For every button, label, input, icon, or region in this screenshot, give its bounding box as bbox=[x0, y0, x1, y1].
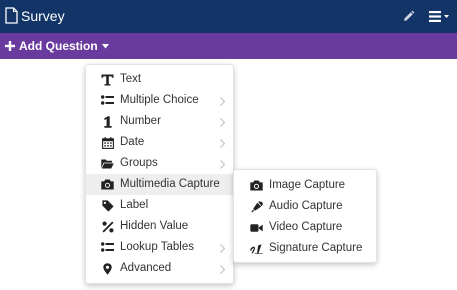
pencil-icon[interactable] bbox=[402, 10, 415, 23]
app-title: Survey bbox=[21, 8, 65, 24]
text-t-icon bbox=[101, 73, 114, 86]
submenu-item-audio-capture[interactable]: Audio Capture bbox=[234, 196, 376, 217]
caret-down-icon bbox=[101, 43, 109, 48]
video-camera-icon bbox=[250, 221, 263, 234]
menu-item-date[interactable]: Date bbox=[86, 132, 233, 153]
menu-item-lookup-tables[interactable]: Lookup Tables bbox=[86, 237, 233, 258]
add-question-label: Add Question bbox=[19, 39, 98, 53]
chevron-right-icon bbox=[220, 244, 225, 253]
plus-icon bbox=[5, 41, 15, 51]
list-icon bbox=[101, 94, 114, 107]
number-one-icon bbox=[101, 115, 114, 128]
menu-item-text[interactable]: Text bbox=[86, 69, 233, 90]
chevron-right-icon bbox=[220, 265, 225, 274]
add-question-button[interactable]: Add Question bbox=[5, 37, 109, 55]
multimedia-capture-submenu: Image Capture Audio Capture Video Captur… bbox=[233, 169, 377, 263]
tag-icon bbox=[101, 199, 114, 212]
menu-item-hidden-value[interactable]: Hidden Value bbox=[86, 216, 233, 237]
chevron-right-icon bbox=[220, 118, 225, 127]
caret-down-icon bbox=[444, 15, 449, 18]
top-bar: Survey bbox=[0, 0, 457, 33]
chevron-right-icon bbox=[220, 160, 225, 169]
list-icon bbox=[101, 241, 114, 254]
menu-item-multiple-choice[interactable]: Multiple Choice bbox=[86, 90, 233, 111]
submenu-item-signature-capture[interactable]: Signature Capture bbox=[234, 238, 376, 259]
hamburger-menu-icon[interactable] bbox=[429, 10, 453, 23]
chevron-right-icon bbox=[220, 97, 225, 106]
chevron-right-icon bbox=[220, 139, 225, 148]
calendar-icon bbox=[101, 136, 114, 149]
question-type-menu: Text Multiple Choice Number Date Groups bbox=[85, 64, 234, 284]
document-icon bbox=[5, 7, 18, 24]
percent-icon bbox=[101, 220, 114, 233]
signature-icon bbox=[250, 242, 263, 255]
submenu-item-video-capture[interactable]: Video Capture bbox=[234, 217, 376, 238]
menu-item-number[interactable]: Number bbox=[86, 111, 233, 132]
menu-item-label[interactable]: Label bbox=[86, 195, 233, 216]
camera-icon bbox=[250, 179, 263, 192]
submenu-item-image-capture[interactable]: Image Capture bbox=[234, 175, 376, 196]
menu-item-multimedia-capture[interactable]: Multimedia Capture bbox=[86, 174, 233, 195]
camera-icon bbox=[101, 178, 114, 191]
folder-icon bbox=[101, 157, 114, 170]
microphone-icon bbox=[250, 200, 263, 213]
map-marker-icon bbox=[101, 262, 114, 275]
menu-item-groups[interactable]: Groups bbox=[86, 153, 233, 174]
action-bar: Add Question bbox=[0, 33, 457, 59]
menu-item-advanced[interactable]: Advanced bbox=[86, 258, 233, 279]
